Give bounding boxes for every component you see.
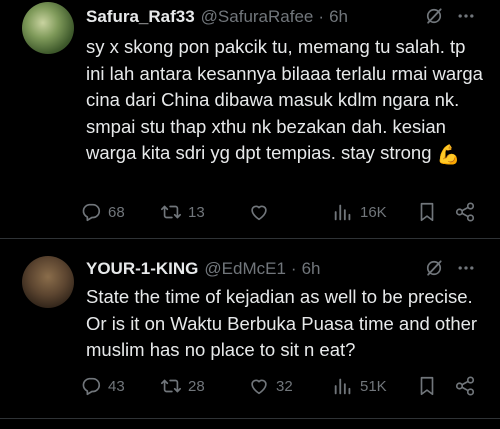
- tweet[interactable]: YOUR-1-KING @EdMcE1 · 6h State the time …: [0, 240, 500, 418]
- repost-icon: [161, 379, 181, 393]
- views-button[interactable]: 51K: [332, 374, 387, 398]
- repost-button[interactable]: 28: [160, 374, 205, 398]
- user-handle[interactable]: @EdMcE1: [204, 259, 286, 279]
- reply-count: 68: [108, 203, 125, 221]
- tweet-divider: [0, 418, 500, 419]
- avatar[interactable]: [22, 256, 74, 308]
- bookmark-button[interactable]: [416, 374, 438, 398]
- reply-icon: [82, 377, 101, 396]
- view-count: 16K: [360, 203, 387, 221]
- repost-count: 13: [188, 203, 205, 221]
- repost-button[interactable]: 13: [160, 200, 205, 224]
- display-name[interactable]: YOUR-1-KING: [86, 259, 198, 279]
- separator-dot: ·: [318, 7, 325, 26]
- view-count: 51K: [360, 377, 387, 395]
- repost-count: 28: [188, 377, 205, 395]
- bookmark-icon: [420, 376, 434, 396]
- bookmark-icon: [420, 202, 434, 222]
- like-icon: [251, 205, 267, 221]
- tweet-text-content: State the time of kejadian as well to be…: [86, 286, 478, 360]
- separator-dot: ·: [290, 259, 297, 278]
- repost-icon: [161, 205, 181, 219]
- tweet-text: State the time of kejadian as well to be…: [86, 284, 486, 364]
- views-icon: [334, 378, 351, 395]
- share-button[interactable]: [454, 374, 476, 398]
- bookmark-button[interactable]: [416, 200, 438, 224]
- tweet-text-content: sy x skong pon pakcik tu, memang tu sala…: [86, 36, 483, 163]
- reply-count: 43: [108, 377, 125, 395]
- share-icon: [455, 376, 475, 396]
- tweet-actions: 43 28 32 51K: [80, 374, 484, 398]
- more-icon[interactable]: [456, 6, 476, 26]
- views-icon: [334, 204, 351, 221]
- user-handle[interactable]: @SafuraRafee: [201, 7, 314, 27]
- reply-button[interactable]: 68: [80, 200, 125, 224]
- tweet-text: sy x skong pon pakcik tu, memang tu sala…: [86, 34, 486, 170]
- more-icon[interactable]: [456, 258, 476, 278]
- display-name[interactable]: Safura_Raf33: [86, 7, 195, 27]
- like-button[interactable]: 32: [248, 374, 293, 398]
- flexed-biceps-emoji: 💪: [436, 145, 461, 166]
- grok-icon[interactable]: [424, 258, 444, 278]
- share-icon: [455, 202, 475, 222]
- grok-icon[interactable]: [424, 6, 444, 26]
- share-button[interactable]: [454, 200, 476, 224]
- tweet-divider: [0, 238, 500, 239]
- tweet-actions: 68 13 16K: [80, 200, 484, 224]
- like-icon: [251, 379, 267, 395]
- timestamp[interactable]: 6h: [302, 259, 321, 279]
- views-button[interactable]: 16K: [332, 200, 387, 224]
- tweet[interactable]: Safura_Raf33 @SafuraRafee · 6h sy x skon…: [0, 0, 500, 238]
- avatar[interactable]: [22, 2, 74, 54]
- timestamp[interactable]: 6h: [329, 7, 348, 27]
- like-button[interactable]: [248, 200, 276, 224]
- like-count: 32: [276, 377, 293, 395]
- reply-button[interactable]: 43: [80, 374, 125, 398]
- reply-icon: [82, 203, 101, 222]
